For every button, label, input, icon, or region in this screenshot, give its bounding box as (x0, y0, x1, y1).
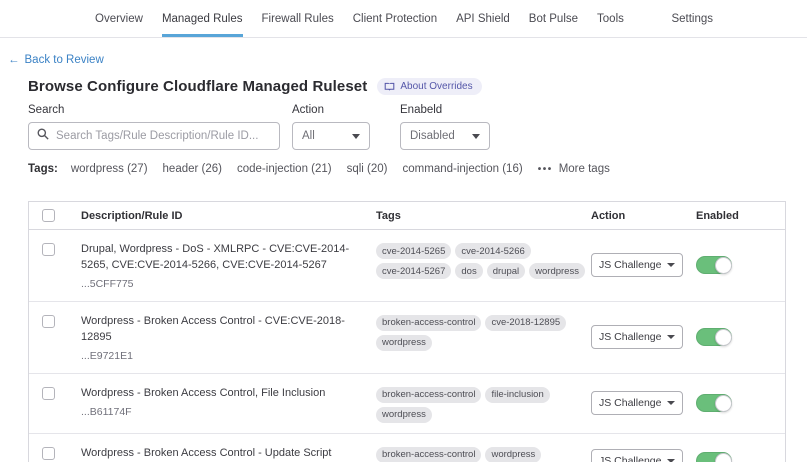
tag-pill: drupal (487, 263, 525, 279)
rule-description: Wordpress - Broken Access Control - CVE:… (81, 314, 366, 346)
rule-enabled-toggle[interactable] (696, 452, 732, 462)
managed-rules-table: Description/Rule ID Tags Action Enabled … (28, 201, 786, 462)
rule-tags: broken-access-controlcve-2018-12895 wordp… (376, 302, 591, 361)
search-icon (37, 127, 49, 145)
tab-client-protection[interactable]: Client Protection (353, 0, 437, 37)
rule-action-value: JS Challenge (599, 455, 661, 462)
rule-enabled-toggle[interactable] (696, 394, 732, 412)
row-checkbox[interactable] (42, 243, 55, 256)
tag-pill: dos (455, 263, 482, 279)
rule-id: ...5CFF775 (81, 278, 366, 290)
rule-tags: broken-access-controlfile-inclusion wordp… (376, 374, 591, 433)
table-header-row: Description/Rule ID Tags Action Enabled (29, 202, 785, 230)
tag-filter-link[interactable]: wordpress (27) (71, 163, 148, 175)
back-to-review-link[interactable]: ← Back to Review (8, 54, 807, 66)
tab-settings[interactable]: Settings (671, 0, 713, 37)
action-filter-value: All (302, 130, 315, 142)
enabled-filter-label: Enabeld (400, 104, 490, 116)
enabled-filter-select[interactable]: Disabled (400, 122, 490, 150)
tag-pill: wordpress (376, 335, 432, 351)
ellipsis-icon: ••• (538, 164, 553, 175)
column-header-tags: Tags (376, 210, 591, 222)
rule-description: Drupal, Wordpress - DoS - XMLRPC - CVE:C… (81, 242, 366, 274)
top-navigation: Overview Managed Rules Firewall Rules Clien… (0, 0, 807, 38)
table-body: Drupal, Wordpress - DoS - XMLRPC - CVE:C… (29, 230, 785, 462)
rule-tags: cve-2014-5265cve-2014-5266cve-2014-5267d… (376, 230, 591, 289)
tab-tools[interactable]: Tools (597, 0, 624, 37)
rule-action-value: JS Challenge (599, 397, 661, 409)
action-filter-select[interactable]: All (292, 122, 370, 150)
rule-action-value: JS Challenge (599, 259, 661, 271)
chevron-down-icon (472, 134, 480, 139)
tags-bar-label: Tags: (28, 163, 58, 175)
table-row: Wordpress - Broken Access Control, File … (29, 374, 785, 434)
more-tags-label: More tags (559, 163, 610, 175)
rule-enabled-toggle[interactable] (696, 256, 732, 274)
rule-id: ...E9721E1 (81, 350, 366, 362)
tab-overview[interactable]: Overview (95, 0, 143, 37)
tag-pill: file-inclusion (485, 387, 549, 403)
rule-action-value: JS Challenge (599, 331, 661, 343)
search-input[interactable]: Search Tags/Rule Description/Rule ID... (28, 122, 280, 150)
rule-enabled-toggle[interactable] (696, 328, 732, 346)
tag-pill: cve-2014-5266 (455, 243, 530, 259)
row-checkbox[interactable] (42, 447, 55, 460)
tab-bot-pulse[interactable]: Bot Pulse (529, 0, 578, 37)
chevron-down-icon (667, 263, 675, 267)
rule-id: ...B61174F (81, 406, 366, 418)
search-label: Search (28, 104, 280, 116)
search-placeholder: Search Tags/Rule Description/Rule ID... (56, 130, 258, 142)
table-row: Drupal, Wordpress - DoS - XMLRPC - CVE:C… (29, 230, 785, 302)
select-all-checkbox[interactable] (42, 209, 55, 222)
enabled-filter-value: Disabled (410, 130, 455, 142)
rule-description: Wordpress - Broken Access Control, File … (81, 386, 366, 402)
row-checkbox[interactable] (42, 387, 55, 400)
tab-firewall-rules[interactable]: Firewall Rules (262, 0, 334, 37)
page-title: Browse Configure Cloudflare Managed Rule… (28, 78, 367, 95)
more-tags-button[interactable]: ••• More tags (538, 163, 610, 175)
toggle-knob (715, 329, 732, 346)
rule-description: Wordpress - Broken Access Control - Upda… (81, 446, 366, 462)
table-row: Wordpress - Broken Access Control - CVE:… (29, 302, 785, 374)
about-overrides-badge[interactable]: About Overrides (377, 78, 481, 95)
chevron-down-icon (667, 401, 675, 405)
about-overrides-label: About Overrides (400, 81, 472, 92)
row-checkbox[interactable] (42, 315, 55, 328)
book-icon (384, 82, 395, 92)
tag-filter-link[interactable]: sqli (20) (347, 163, 388, 175)
tag-pill: cve-2014-5267 (376, 263, 451, 279)
rule-action-select[interactable]: JS Challenge (591, 253, 683, 277)
chevron-down-icon (352, 134, 360, 139)
rule-action-select[interactable]: JS Challenge (591, 391, 683, 415)
tag-pill: cve-2018-12895 (485, 315, 566, 331)
tag-pill: wordpress (376, 407, 432, 423)
column-header-action: Action (591, 210, 696, 222)
chevron-down-icon (667, 335, 675, 339)
rule-action-select[interactable]: JS Challenge (591, 325, 683, 349)
tag-pill: wordpress (485, 447, 541, 462)
toggle-knob (715, 395, 732, 412)
tag-pill: cve-2014-5265 (376, 243, 451, 259)
toggle-knob (715, 257, 732, 274)
rule-action-select[interactable]: JS Challenge (591, 449, 683, 462)
tab-managed-rules[interactable]: Managed Rules (162, 0, 243, 37)
action-filter-label: Action (292, 104, 370, 116)
nav-tabs: Overview Managed Rules Firewall Rules Clien… (95, 0, 624, 37)
tag-pill: wordpress (529, 263, 585, 279)
tag-filter-link[interactable]: code-injection (21) (237, 163, 332, 175)
back-link-label: Back to Review (25, 54, 104, 66)
tag-pill: broken-access-control (376, 447, 481, 462)
tag-filter-link[interactable]: header (26) (163, 163, 222, 175)
tag-filter-link[interactable]: command-injection (16) (403, 163, 523, 175)
tab-api-shield[interactable]: API Shield (456, 0, 510, 37)
column-header-enabled: Enabled (696, 210, 785, 222)
column-header-description: Description/Rule ID (81, 210, 376, 222)
toggle-knob (715, 453, 732, 462)
table-row: Wordpress - Broken Access Control - Upda… (29, 434, 785, 462)
tag-pill: broken-access-control (376, 387, 481, 403)
rule-tags: broken-access-control wordpress (376, 434, 591, 462)
tag-pill: broken-access-control (376, 315, 481, 331)
tag-links: wordpress (27) header (26) code-injection … (71, 163, 523, 175)
back-arrow-icon: ← (8, 54, 20, 66)
